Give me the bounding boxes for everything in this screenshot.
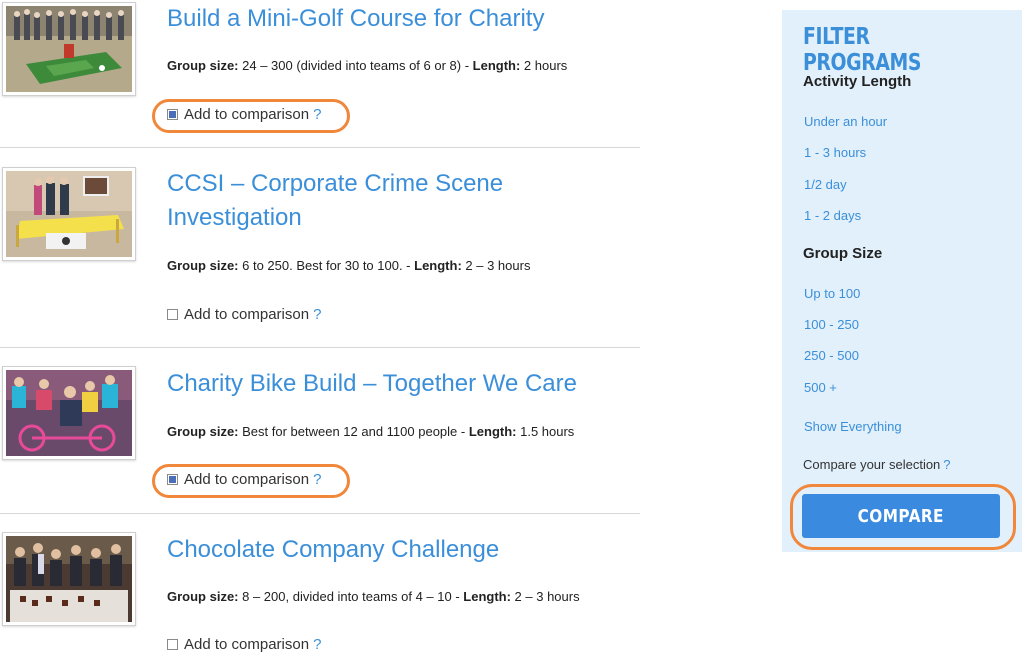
filter-length-1-2-days[interactable]: 1 - 2 days <box>804 208 861 223</box>
program-title[interactable]: CCSI – Corporate Crime Scene Investigati… <box>167 167 637 235</box>
program-card: Charity Bike Build – Together We Care Gr… <box>0 348 640 514</box>
length-value: 2 – 3 hours <box>461 258 531 273</box>
program-card: Chocolate Company Challenge Group size: … <box>0 514 640 656</box>
program-title[interactable]: Build a Mini-Golf Course for Charity <box>167 2 637 36</box>
comparison-checkbox[interactable] <box>167 109 178 120</box>
program-details: Group size: 24 – 300 (divided into teams… <box>167 58 567 73</box>
program-thumbnail[interactable] <box>2 2 136 96</box>
length-label: Length: <box>463 589 511 604</box>
program-thumbnail[interactable] <box>2 366 136 460</box>
program-details: Group size: 6 to 250. Best for 30 to 100… <box>167 258 530 273</box>
group-size-value: 24 – 300 (divided into teams of 6 or 8) … <box>238 58 473 73</box>
comparison-checkbox[interactable] <box>167 474 178 485</box>
group-size-label: Group size: <box>167 589 239 604</box>
add-to-comparison[interactable]: Add to comparison ? <box>167 471 321 488</box>
help-link[interactable]: ? <box>313 306 321 323</box>
filter-length-under-hour[interactable]: Under an hour <box>804 114 887 129</box>
program-title[interactable]: Charity Bike Build – Together We Care <box>167 367 637 401</box>
program-card: Build a Mini-Golf Course for Charity Gro… <box>0 0 640 148</box>
filter-title: FILTER PROGRAMS <box>803 24 922 76</box>
length-value: 2 – 3 hours <box>510 589 580 604</box>
filter-length-1-3-hours[interactable]: 1 - 3 hours <box>804 145 866 160</box>
program-details: Group size: 8 – 200, divided into teams … <box>167 589 580 604</box>
filter-panel: FILTER PROGRAMS Activity Length Under an… <box>782 10 1022 552</box>
mini-golf-photo <box>6 6 132 92</box>
group-size-value: Best for between 12 and 1100 people - <box>238 424 469 439</box>
crime-scene-photo <box>6 171 132 257</box>
length-label: Length: <box>472 58 521 73</box>
filter-size-500-plus[interactable]: 500 + <box>804 380 837 395</box>
show-everything-link[interactable]: Show Everything <box>804 419 902 434</box>
filter-length-half-day[interactable]: 1/2 day <box>804 177 847 192</box>
comparison-label: Add to comparison <box>184 306 310 323</box>
compare-button-label: COMPARE <box>857 505 945 527</box>
group-size-value: 8 – 200, divided into teams of 4 – 10 - <box>238 589 464 604</box>
program-card: CCSI – Corporate Crime Scene Investigati… <box>0 148 640 348</box>
comparison-label: Add to comparison <box>184 106 310 123</box>
filter-size-100-250[interactable]: 100 - 250 <box>804 317 859 332</box>
group-size-value: 6 to 250. Best for 30 to 100. - <box>238 258 415 273</box>
group-size-heading: Group Size <box>803 245 883 262</box>
filter-size-up-to-100[interactable]: Up to 100 <box>804 286 860 301</box>
program-list: Build a Mini-Golf Course for Charity Gro… <box>0 0 640 656</box>
filter-size-250-500[interactable]: 250 - 500 <box>804 348 859 363</box>
compare-button[interactable]: COMPARE <box>802 494 1000 538</box>
length-value: 1.5 hours <box>516 424 575 439</box>
help-link[interactable]: ? <box>313 106 321 123</box>
comparison-checkbox[interactable] <box>167 639 178 650</box>
comparison-label: Add to comparison <box>184 636 310 653</box>
program-thumbnail[interactable] <box>2 532 136 626</box>
program-details: Group size: Best for between 12 and 1100… <box>167 424 574 439</box>
group-size-label: Group size: <box>167 258 239 273</box>
program-title[interactable]: Chocolate Company Challenge <box>167 533 637 567</box>
activity-length-heading: Activity Length <box>803 73 912 90</box>
add-to-comparison[interactable]: Add to comparison ? <box>167 636 321 653</box>
length-value: 2 hours <box>520 58 568 73</box>
compare-selection-label: Compare your selection <box>803 457 941 472</box>
compare-selection-text: Compare your selection? <box>803 457 951 472</box>
length-label: Length: <box>414 258 462 273</box>
group-size-label: Group size: <box>167 58 239 73</box>
help-link[interactable]: ? <box>313 636 321 653</box>
length-label: Length: <box>468 424 517 439</box>
program-thumbnail[interactable] <box>2 167 136 261</box>
add-to-comparison[interactable]: Add to comparison ? <box>167 306 321 323</box>
bike-build-photo <box>6 370 132 456</box>
add-to-comparison[interactable]: Add to comparison ? <box>167 106 321 123</box>
comparison-checkbox[interactable] <box>167 309 178 320</box>
comparison-label: Add to comparison <box>184 471 310 488</box>
help-link[interactable]: ? <box>313 471 321 488</box>
chocolate-company-photo <box>6 536 132 622</box>
help-link[interactable]: ? <box>943 457 950 472</box>
group-size-label: Group size: <box>167 424 239 439</box>
